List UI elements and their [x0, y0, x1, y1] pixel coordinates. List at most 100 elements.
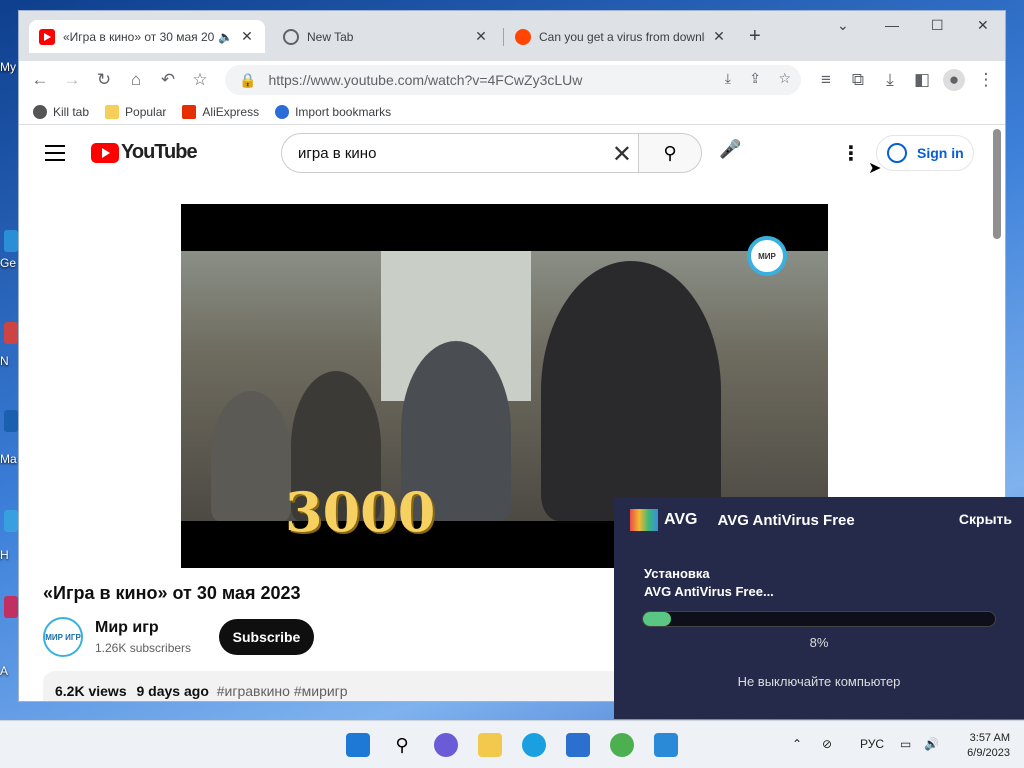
clock[interactable]: 3:57 AM 6/9/2023	[950, 731, 1010, 761]
close-window-icon[interactable]: ✕	[977, 17, 989, 34]
close-tab-icon[interactable]: ✕	[473, 28, 489, 45]
minimize-icon[interactable]: —	[885, 17, 899, 33]
taskbar: ⚲ ⌃ ⊘ РУС ▭ 🔊 3:57 AM 6/9/2023	[0, 720, 1024, 768]
language-indicator[interactable]: РУС	[860, 737, 884, 751]
channel-avatar[interactable]: МИР ИГР	[43, 617, 83, 657]
download-icon[interactable]: ⤓	[879, 69, 901, 91]
forward-icon[interactable]: →	[61, 69, 83, 91]
crop-icon[interactable]: ⧉	[847, 69, 869, 91]
subscribe-button[interactable]: Subscribe	[219, 619, 314, 655]
bookmark-label: AliExpress	[202, 104, 260, 119]
app-icon[interactable]	[4, 596, 18, 618]
tab-title: Can you get a virus from downlo	[539, 29, 705, 44]
sign-in-label: Sign in	[917, 145, 964, 161]
chevron-up-icon[interactable]: ⌃	[792, 737, 802, 751]
chat-icon[interactable]	[434, 733, 458, 757]
tab-search-icon[interactable]: ⌄	[837, 17, 849, 34]
store-icon[interactable]	[566, 733, 590, 757]
gear-icon	[275, 104, 290, 119]
lock-icon[interactable]: 🔒	[239, 72, 256, 89]
search-button[interactable]: ⚲	[638, 133, 702, 173]
desktop-icon-label[interactable]: Ge	[0, 256, 18, 270]
tab-youtube[interactable]: «Игра в кино» от 30 мая 20 🔈 ✕	[29, 20, 265, 53]
tab-title: «Игра в кино» от 30 мая 20	[63, 29, 215, 44]
avg-brand: AVG	[664, 511, 698, 528]
bookmark-aliexpress[interactable]: AliExpress	[182, 104, 260, 119]
speaker-icon[interactable]: 🔈	[218, 30, 233, 44]
clear-icon[interactable]: ✕	[612, 140, 632, 169]
bookmark-popular[interactable]: Popular	[105, 104, 166, 119]
bookmark-import[interactable]: Import bookmarks	[275, 104, 392, 119]
bookmark-kill-tab[interactable]: Kill tab	[33, 104, 89, 119]
sign-in-button[interactable]: Sign in	[876, 135, 974, 171]
bookmarks-bar: Kill tab Popular AliExpress Import bookm…	[19, 99, 1005, 125]
profile-icon[interactable]: ●	[943, 69, 965, 91]
progress-fill	[643, 612, 672, 626]
search-icon[interactable]: ⚲	[390, 733, 414, 757]
magnifier-app-icon[interactable]	[654, 733, 678, 757]
date: 6/9/2023	[967, 747, 1010, 759]
youtube-logo[interactable]: YouTube	[91, 141, 198, 164]
menu-icon[interactable]	[45, 145, 65, 166]
edge-icon[interactable]	[522, 733, 546, 757]
search-query: игра в кино	[298, 144, 377, 162]
tab-separator	[503, 28, 504, 46]
install-icon[interactable]: ⤓	[725, 70, 731, 87]
description-box[interactable]: 6.2K views 9 days ago #игравкино #миригр	[43, 671, 643, 701]
desktop-icon-label[interactable]: A	[0, 664, 18, 678]
desktop-icon-label[interactable]: My	[0, 60, 18, 74]
playlist-icon[interactable]: ≡	[815, 69, 837, 91]
avg-install-popup: AVG AVG AntiVirus Free Скрыть Установка …	[614, 497, 1024, 719]
bookmark-label: Import bookmarks	[295, 104, 392, 119]
sidepanel-icon[interactable]: ◧	[911, 69, 933, 91]
account-icon	[887, 143, 907, 163]
hide-button[interactable]: Скрыть	[959, 511, 1012, 527]
mouse-cursor-icon: ➤	[868, 160, 882, 177]
progress-bar	[642, 611, 996, 627]
back-icon[interactable]: ←	[29, 69, 51, 91]
home-icon[interactable]: ⌂	[125, 69, 147, 91]
time: 3:57 AM	[969, 732, 1010, 744]
bookmark-star-icon[interactable]: ☆	[189, 69, 211, 91]
app-icon[interactable]	[4, 510, 18, 532]
tab-reddit[interactable]: Can you get a virus from downlo ✕	[505, 20, 737, 53]
microphone-icon[interactable]: 🎤	[719, 139, 741, 160]
star-icon[interactable]: ☆	[778, 70, 791, 87]
globe-icon	[283, 28, 299, 45]
more-options-icon[interactable]: ⋮	[841, 141, 861, 166]
undo-icon[interactable]: ↶	[157, 69, 179, 91]
hashtags[interactable]: #игравкино #миригр	[217, 683, 348, 699]
app-icon[interactable]	[4, 230, 18, 252]
browser-toolbar: ← → ↻ ⌂ ↶ ☆ 🔒 https://www.youtube.com/wa…	[19, 61, 1005, 99]
tab-strip: «Игра в кино» от 30 мая 20 🔈 ✕ New Tab ✕…	[19, 11, 1005, 61]
file-explorer-icon[interactable]	[478, 733, 502, 757]
install-note: Не выключайте компьютер	[737, 674, 901, 689]
new-tab-button[interactable]: +	[749, 25, 761, 48]
app-icon[interactable]	[4, 322, 18, 344]
search-input[interactable]: игра в кино ✕	[281, 133, 639, 173]
desktop-icon-label[interactable]: H	[0, 548, 18, 562]
youtube-play-icon	[91, 142, 119, 163]
chrome-icon[interactable]	[610, 733, 634, 757]
share-icon[interactable]: ⇪	[749, 70, 761, 87]
close-tab-icon[interactable]: ✕	[239, 28, 255, 45]
maximize-icon[interactable]: ☐	[931, 17, 944, 34]
address-bar[interactable]: 🔒 https://www.youtube.com/watch?v=4FCwZy…	[225, 65, 801, 95]
logo-text: YouTube	[121, 141, 198, 163]
tab-new-tab[interactable]: New Tab ✕	[273, 20, 499, 53]
menu-icon[interactable]: ⋮	[975, 69, 997, 91]
desktop-icon-label[interactable]: N	[0, 354, 18, 368]
desktop-icon-label[interactable]: Ma	[0, 452, 18, 466]
aliexpress-icon	[182, 104, 197, 119]
volume-icon[interactable]: 🔊	[924, 737, 939, 751]
start-icon[interactable]	[346, 733, 370, 757]
display-icon[interactable]: ▭	[900, 737, 911, 751]
reload-icon[interactable]: ↻	[93, 69, 115, 91]
channel-name[interactable]: Мир игр	[95, 619, 159, 637]
app-icon[interactable]	[4, 410, 18, 432]
install-status-line1: Установка	[644, 566, 710, 581]
network-off-icon[interactable]: ⊘	[822, 737, 832, 751]
video-title: «Игра в кино» от 30 мая 2023	[43, 583, 301, 603]
scrollbar-thumb[interactable]	[993, 129, 1001, 239]
close-tab-icon[interactable]: ✕	[711, 28, 727, 45]
